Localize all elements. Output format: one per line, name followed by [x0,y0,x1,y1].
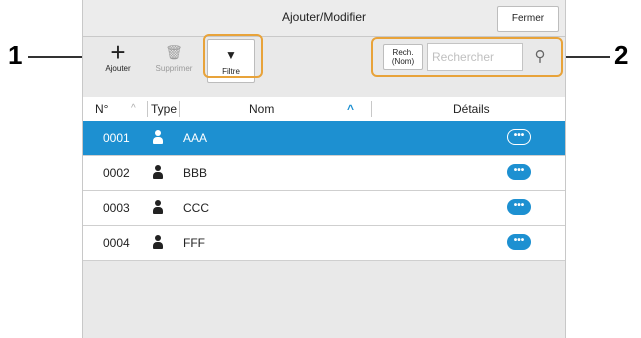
row-number: 0002 [103,166,130,180]
callout-box-1 [203,34,263,78]
dialog-title: Ajouter/Modifier [281,10,367,24]
address-book-panel: Ajouter/Modifier Fermer + Ajouter 🗑 Supp… [82,0,566,338]
row-number: 0004 [103,236,130,250]
row-number: 0003 [103,201,130,215]
add-label: Ajouter [105,64,131,73]
details-icon[interactable]: ••• [507,234,531,250]
callout-line-2 [566,56,610,58]
row-name: FFF [183,236,205,250]
person-icon [153,130,163,144]
row-name: CCC [183,201,209,215]
plus-icon: + [110,37,126,67]
person-icon [153,165,163,179]
close-button[interactable]: Fermer [497,6,559,32]
column-number[interactable]: N° [95,97,108,121]
column-details: Détails [453,102,490,116]
row-name: BBB [183,166,208,180]
callout-number-1: 1 [8,40,23,70]
table-header: N° ^ Type Nom ^ Détails [83,97,565,121]
sort-number-icon[interactable]: ^ [131,97,136,121]
table-row[interactable]: 0004 FFF ••• [83,226,565,261]
add-button[interactable]: + Ajouter [91,37,145,79]
column-name[interactable]: Nom [249,97,274,121]
details-icon[interactable]: ••• [507,164,531,180]
person-icon [153,200,163,214]
address-list: 0001 AAA ••• 0002 BBB ••• 0003 CCC ••• 0… [83,121,565,261]
delete-label: Supprimer [155,64,193,73]
trash-icon: 🗑 [165,44,183,60]
sort-name-icon[interactable]: ^ [347,97,354,121]
column-separator [147,101,148,117]
column-separator [179,101,180,117]
title-bar: Ajouter/Modifier Fermer [83,0,565,37]
details-icon[interactable]: ••• [507,199,531,215]
table-row[interactable]: 0003 CCC ••• [83,191,565,226]
column-number-label: N° [95,102,109,116]
person-icon [153,235,163,249]
column-type[interactable]: Type [151,97,177,121]
callout-number-2: 2 [614,40,629,70]
table-row[interactable]: 0002 BBB ••• [83,156,565,191]
details-icon[interactable]: ••• [507,129,531,145]
delete-button[interactable]: 🗑 Supprimer [147,37,201,79]
row-name: AAA [183,131,208,145]
column-separator [371,101,372,117]
callout-box-2 [371,37,563,77]
row-number: 0001 [103,131,130,145]
table-row[interactable]: 0001 AAA ••• [83,121,565,156]
